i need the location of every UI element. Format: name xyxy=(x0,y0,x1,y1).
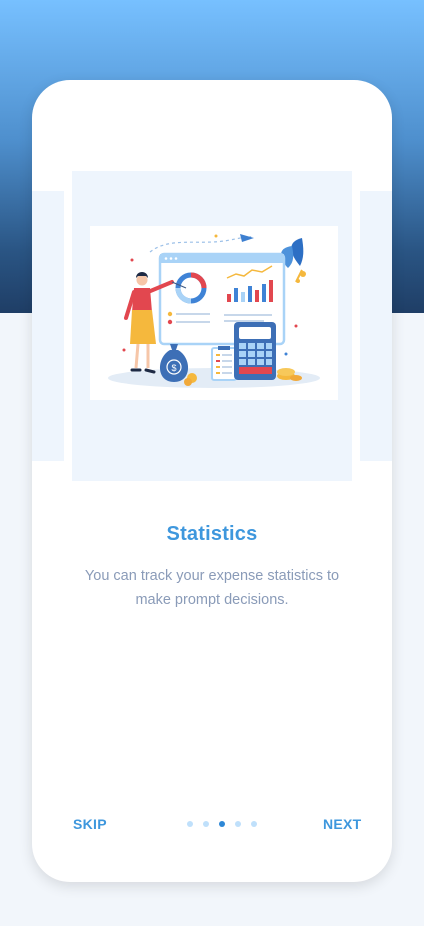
page-dot-3[interactable] xyxy=(219,821,225,827)
next-button[interactable]: NEXT xyxy=(323,816,362,832)
page-dot-4[interactable] xyxy=(235,821,241,827)
page-indicator xyxy=(187,821,257,827)
skip-button[interactable]: SKIP xyxy=(73,816,107,832)
statistics-illustration: $ xyxy=(90,226,338,400)
next-slide-peek xyxy=(360,191,392,461)
slide-title: Statistics xyxy=(166,523,258,545)
slide-description: You can track your expense statistics to… xyxy=(84,568,340,608)
page-dot-5[interactable] xyxy=(251,821,257,827)
previous-slide-peek xyxy=(32,191,64,461)
page-dot-1[interactable] xyxy=(187,821,193,827)
svg-text:$: $ xyxy=(171,363,176,373)
page-dot-2[interactable] xyxy=(203,821,209,827)
